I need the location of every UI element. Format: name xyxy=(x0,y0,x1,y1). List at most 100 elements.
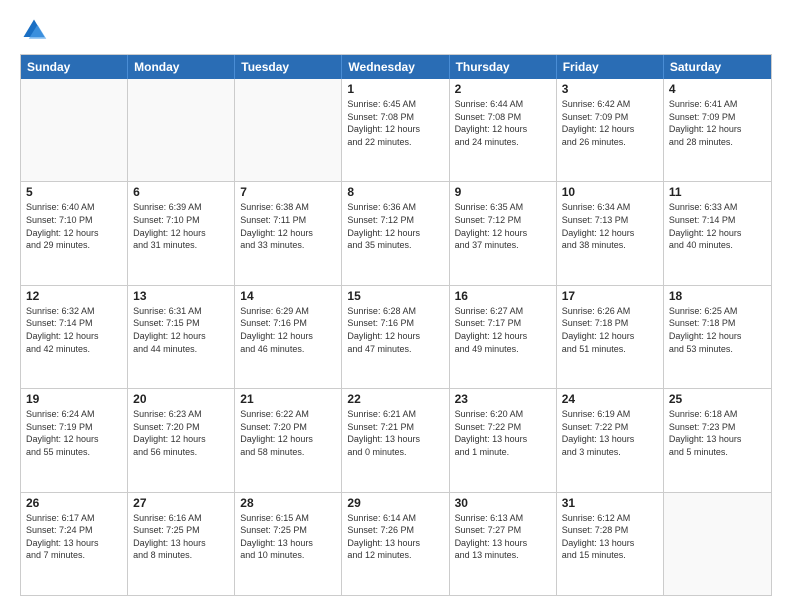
day-info: Sunrise: 6:33 AM Sunset: 7:14 PM Dayligh… xyxy=(669,201,766,251)
day-info: Sunrise: 6:38 AM Sunset: 7:11 PM Dayligh… xyxy=(240,201,336,251)
cal-header-sunday: Sunday xyxy=(21,55,128,79)
cal-header-monday: Monday xyxy=(128,55,235,79)
cal-week-2: 12 Sunrise: 6:32 AM Sunset: 7:14 PM Dayli… xyxy=(21,286,771,389)
day-number: 28 xyxy=(240,496,336,510)
day-number: 26 xyxy=(26,496,122,510)
day-number: 19 xyxy=(26,392,122,406)
cal-header-thursday: Thursday xyxy=(450,55,557,79)
cal-cell-4: 4Sunrise: 6:41 AM Sunset: 7:09 PM Daylig… xyxy=(664,79,771,181)
day-info: Sunrise: 6:34 AM Sunset: 7:13 PM Dayligh… xyxy=(562,201,658,251)
day-info: Sunrise: 6:16 AM Sunset: 7:25 PM Dayligh… xyxy=(133,512,229,562)
day-number: 31 xyxy=(562,496,658,510)
day-number: 30 xyxy=(455,496,551,510)
logo xyxy=(20,16,52,44)
cal-cell-10: 10 Sunrise: 6:34 AM Sunset: 7:13 PM Dayli… xyxy=(557,182,664,284)
cal-cell-9: 9 Sunrise: 6:35 AM Sunset: 7:12 PM Daylig… xyxy=(450,182,557,284)
cal-cell-19: 19 Sunrise: 6:24 AM Sunset: 7:19 PM Dayli… xyxy=(21,389,128,491)
day-info: Sunrise: 6:31 AM Sunset: 7:15 PM Dayligh… xyxy=(133,305,229,355)
cal-cell-17: 17 Sunrise: 6:26 AM Sunset: 7:18 PM Dayli… xyxy=(557,286,664,388)
cal-cell-3: 3Sunrise: 6:42 AM Sunset: 7:09 PM Daylig… xyxy=(557,79,664,181)
cal-cell-empty-0-0 xyxy=(21,79,128,181)
cal-cell-5: 5 Sunrise: 6:40 AM Sunset: 7:10 PM Daylig… xyxy=(21,182,128,284)
cal-cell-24: 24 Sunrise: 6:19 AM Sunset: 7:22 PM Dayli… xyxy=(557,389,664,491)
day-info: Sunrise: 6:20 AM Sunset: 7:22 PM Dayligh… xyxy=(455,408,551,458)
day-number: 29 xyxy=(347,496,443,510)
day-number: 2 xyxy=(455,82,551,96)
day-info: Sunrise: 6:26 AM Sunset: 7:18 PM Dayligh… xyxy=(562,305,658,355)
cal-cell-25: 25 Sunrise: 6:18 AM Sunset: 7:23 PM Dayli… xyxy=(664,389,771,491)
cal-cell-7: 7Sunrise: 6:38 AM Sunset: 7:11 PM Daylig… xyxy=(235,182,342,284)
day-info: Sunrise: 6:18 AM Sunset: 7:23 PM Dayligh… xyxy=(669,408,766,458)
cal-cell-28: 28Sunrise: 6:15 AM Sunset: 7:25 PM Dayli… xyxy=(235,493,342,595)
day-info: Sunrise: 6:22 AM Sunset: 7:20 PM Dayligh… xyxy=(240,408,336,458)
cal-cell-22: 22Sunrise: 6:21 AM Sunset: 7:21 PM Dayli… xyxy=(342,389,449,491)
day-info: Sunrise: 6:36 AM Sunset: 7:12 PM Dayligh… xyxy=(347,201,443,251)
cal-cell-13: 13Sunrise: 6:31 AM Sunset: 7:15 PM Dayli… xyxy=(128,286,235,388)
calendar: SundayMondayTuesdayWednesdayThursdayFrid… xyxy=(20,54,772,596)
cal-header-wednesday: Wednesday xyxy=(342,55,449,79)
logo-icon xyxy=(20,16,48,44)
day-number: 12 xyxy=(26,289,122,303)
day-info: Sunrise: 6:17 AM Sunset: 7:24 PM Dayligh… xyxy=(26,512,122,562)
day-number: 24 xyxy=(562,392,658,406)
day-number: 9 xyxy=(455,185,551,199)
day-number: 6 xyxy=(133,185,229,199)
calendar-body: 1 Sunrise: 6:45 AM Sunset: 7:08 PM Daylig… xyxy=(21,79,771,595)
day-info: Sunrise: 6:42 AM Sunset: 7:09 PM Dayligh… xyxy=(562,98,658,148)
cal-week-0: 1 Sunrise: 6:45 AM Sunset: 7:08 PM Daylig… xyxy=(21,79,771,182)
day-info: Sunrise: 6:24 AM Sunset: 7:19 PM Dayligh… xyxy=(26,408,122,458)
cal-cell-23: 23Sunrise: 6:20 AM Sunset: 7:22 PM Dayli… xyxy=(450,389,557,491)
cal-cell-15: 15 Sunrise: 6:28 AM Sunset: 7:16 PM Dayli… xyxy=(342,286,449,388)
day-info: Sunrise: 6:23 AM Sunset: 7:20 PM Dayligh… xyxy=(133,408,229,458)
cal-header-friday: Friday xyxy=(557,55,664,79)
cal-week-4: 26 Sunrise: 6:17 AM Sunset: 7:24 PM Dayli… xyxy=(21,493,771,595)
day-info: Sunrise: 6:32 AM Sunset: 7:14 PM Dayligh… xyxy=(26,305,122,355)
cal-cell-11: 11 Sunrise: 6:33 AM Sunset: 7:14 PM Dayli… xyxy=(664,182,771,284)
day-number: 22 xyxy=(347,392,443,406)
day-number: 25 xyxy=(669,392,766,406)
day-info: Sunrise: 6:25 AM Sunset: 7:18 PM Dayligh… xyxy=(669,305,766,355)
day-number: 21 xyxy=(240,392,336,406)
cal-cell-8: 8 Sunrise: 6:36 AM Sunset: 7:12 PM Daylig… xyxy=(342,182,449,284)
cal-week-1: 5 Sunrise: 6:40 AM Sunset: 7:10 PM Daylig… xyxy=(21,182,771,285)
cal-header-tuesday: Tuesday xyxy=(235,55,342,79)
cal-cell-20: 20 Sunrise: 6:23 AM Sunset: 7:20 PM Dayli… xyxy=(128,389,235,491)
header xyxy=(20,16,772,44)
day-info: Sunrise: 6:45 AM Sunset: 7:08 PM Dayligh… xyxy=(347,98,443,148)
day-info: Sunrise: 6:35 AM Sunset: 7:12 PM Dayligh… xyxy=(455,201,551,251)
day-info: Sunrise: 6:27 AM Sunset: 7:17 PM Dayligh… xyxy=(455,305,551,355)
cal-cell-30: 30 Sunrise: 6:13 AM Sunset: 7:27 PM Dayli… xyxy=(450,493,557,595)
cal-week-3: 19 Sunrise: 6:24 AM Sunset: 7:19 PM Dayli… xyxy=(21,389,771,492)
calendar-header-row: SundayMondayTuesdayWednesdayThursdayFrid… xyxy=(21,55,771,79)
cal-cell-21: 21 Sunrise: 6:22 AM Sunset: 7:20 PM Dayli… xyxy=(235,389,342,491)
day-number: 5 xyxy=(26,185,122,199)
day-info: Sunrise: 6:39 AM Sunset: 7:10 PM Dayligh… xyxy=(133,201,229,251)
day-info: Sunrise: 6:12 AM Sunset: 7:28 PM Dayligh… xyxy=(562,512,658,562)
cal-cell-29: 29 Sunrise: 6:14 AM Sunset: 7:26 PM Dayli… xyxy=(342,493,449,595)
day-info: Sunrise: 6:44 AM Sunset: 7:08 PM Dayligh… xyxy=(455,98,551,148)
day-number: 17 xyxy=(562,289,658,303)
cal-cell-18: 18Sunrise: 6:25 AM Sunset: 7:18 PM Dayli… xyxy=(664,286,771,388)
cal-cell-26: 26 Sunrise: 6:17 AM Sunset: 7:24 PM Dayli… xyxy=(21,493,128,595)
day-number: 8 xyxy=(347,185,443,199)
day-number: 10 xyxy=(562,185,658,199)
cal-cell-empty-0-2 xyxy=(235,79,342,181)
cal-cell-31: 31 Sunrise: 6:12 AM Sunset: 7:28 PM Dayli… xyxy=(557,493,664,595)
day-info: Sunrise: 6:40 AM Sunset: 7:10 PM Dayligh… xyxy=(26,201,122,251)
day-info: Sunrise: 6:19 AM Sunset: 7:22 PM Dayligh… xyxy=(562,408,658,458)
day-info: Sunrise: 6:41 AM Sunset: 7:09 PM Dayligh… xyxy=(669,98,766,148)
day-number: 16 xyxy=(455,289,551,303)
day-number: 1 xyxy=(347,82,443,96)
cal-cell-empty-4-6 xyxy=(664,493,771,595)
day-info: Sunrise: 6:28 AM Sunset: 7:16 PM Dayligh… xyxy=(347,305,443,355)
cal-cell-12: 12 Sunrise: 6:32 AM Sunset: 7:14 PM Dayli… xyxy=(21,286,128,388)
day-number: 15 xyxy=(347,289,443,303)
day-number: 27 xyxy=(133,496,229,510)
day-number: 14 xyxy=(240,289,336,303)
cal-cell-1: 1 Sunrise: 6:45 AM Sunset: 7:08 PM Daylig… xyxy=(342,79,449,181)
day-info: Sunrise: 6:14 AM Sunset: 7:26 PM Dayligh… xyxy=(347,512,443,562)
day-number: 11 xyxy=(669,185,766,199)
cal-header-saturday: Saturday xyxy=(664,55,771,79)
day-number: 20 xyxy=(133,392,229,406)
day-info: Sunrise: 6:13 AM Sunset: 7:27 PM Dayligh… xyxy=(455,512,551,562)
